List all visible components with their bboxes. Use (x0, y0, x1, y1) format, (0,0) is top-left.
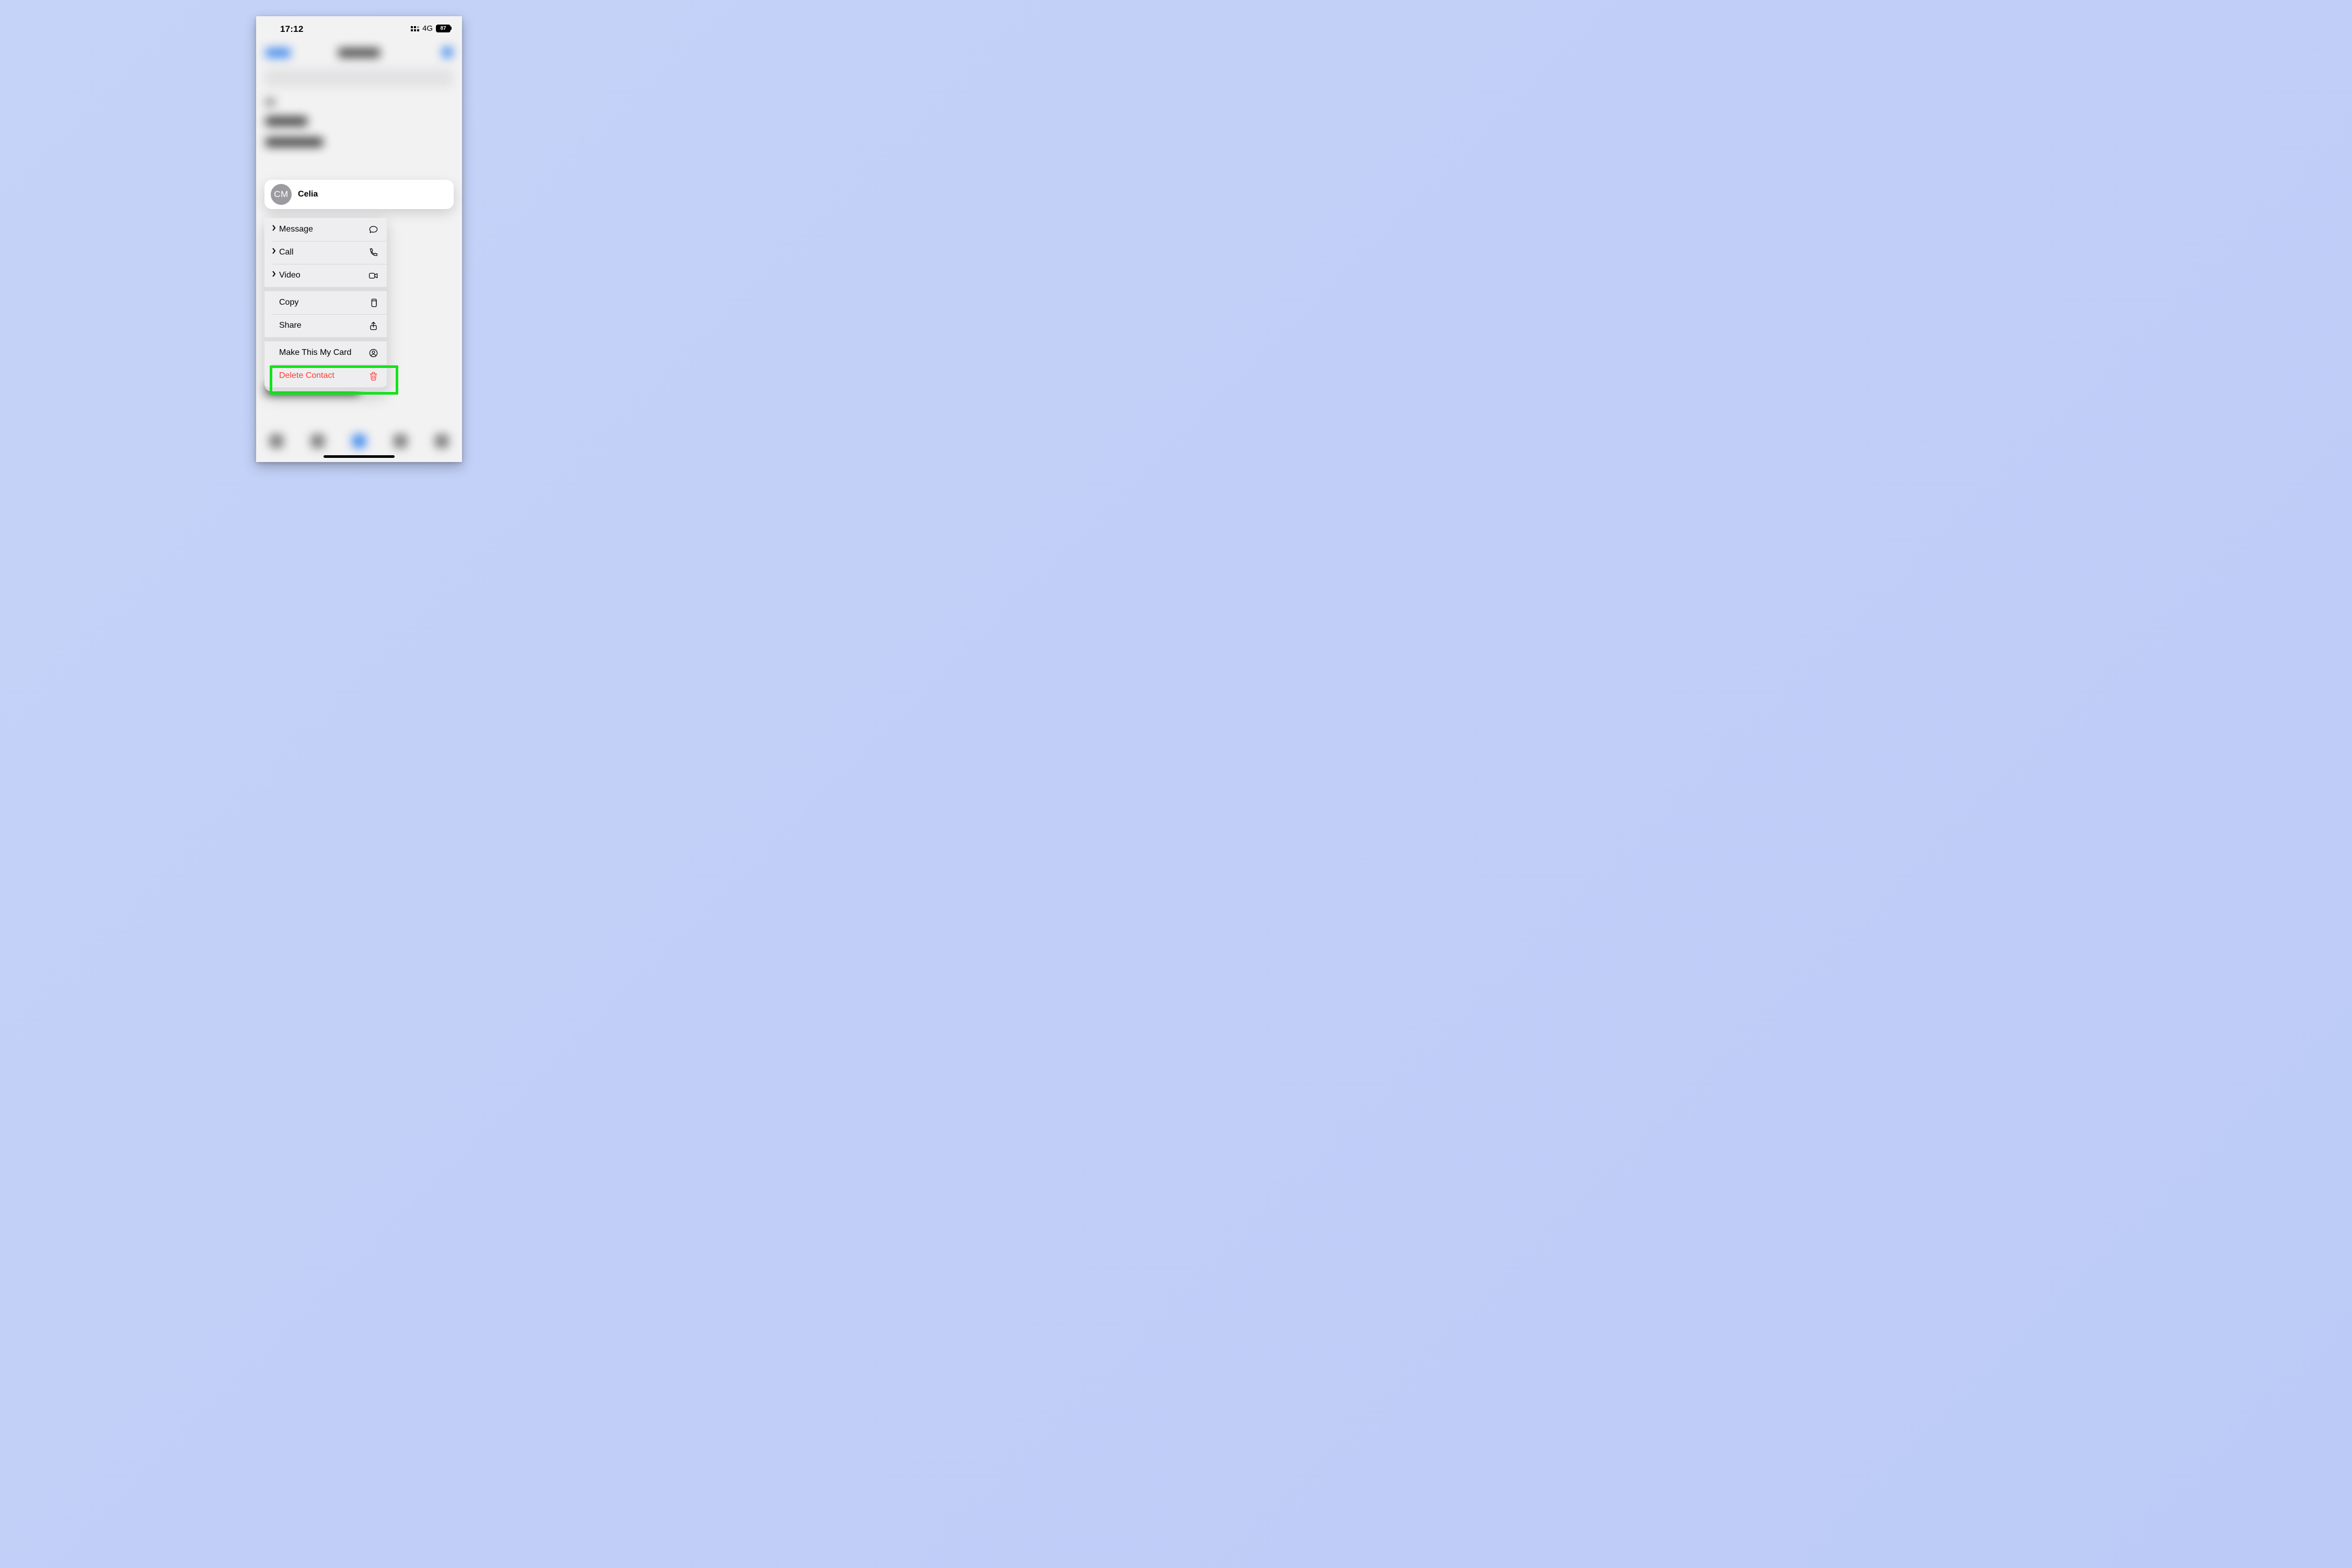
menu-item-share[interactable]: Share (264, 314, 387, 337)
battery-icon: 87 (436, 25, 451, 32)
video-icon (368, 270, 378, 281)
signal-icon (411, 26, 419, 31)
trash-icon (368, 371, 378, 381)
avatar: CM (271, 184, 292, 205)
menu-item-make-my-card[interactable]: Make This My Card (264, 341, 387, 364)
menu-item-call[interactable]: Call (264, 241, 387, 264)
avatar-initials: CM (274, 189, 288, 200)
menu-label: Make This My Card (279, 348, 351, 358)
copy-icon (368, 297, 378, 308)
chevron-right-icon (272, 247, 276, 257)
network-label: 4G (422, 24, 433, 33)
menu-label: Delete Contact (279, 371, 335, 381)
share-icon (368, 320, 378, 331)
menu-item-delete-contact[interactable]: Delete Contact (264, 364, 387, 387)
chevron-right-icon (272, 224, 276, 234)
menu-item-message[interactable]: Message (264, 218, 387, 241)
status-time: 17:12 (280, 24, 303, 34)
menu-label: Video (279, 271, 301, 280)
menu-label: Copy (279, 298, 298, 307)
menu-label: Share (279, 321, 302, 330)
phone-frame: 17:12 4G 87 CM Celia Message (256, 16, 462, 462)
person-circle-icon (368, 348, 378, 358)
status-bar: 17:12 4G 87 (256, 16, 462, 39)
message-icon (368, 224, 378, 235)
battery-level: 87 (440, 26, 446, 31)
menu-item-video[interactable]: Video (264, 264, 387, 287)
contact-preview-card[interactable]: CM Celia (264, 180, 454, 209)
phone-icon (368, 247, 378, 258)
menu-label: Call (279, 248, 294, 257)
menu-item-copy[interactable]: Copy (264, 291, 387, 314)
context-menu: Message Call Video (264, 218, 387, 391)
home-indicator (324, 455, 395, 458)
chevron-right-icon (272, 270, 276, 280)
menu-label: Message (279, 225, 313, 234)
contact-name: Celia (298, 190, 318, 199)
